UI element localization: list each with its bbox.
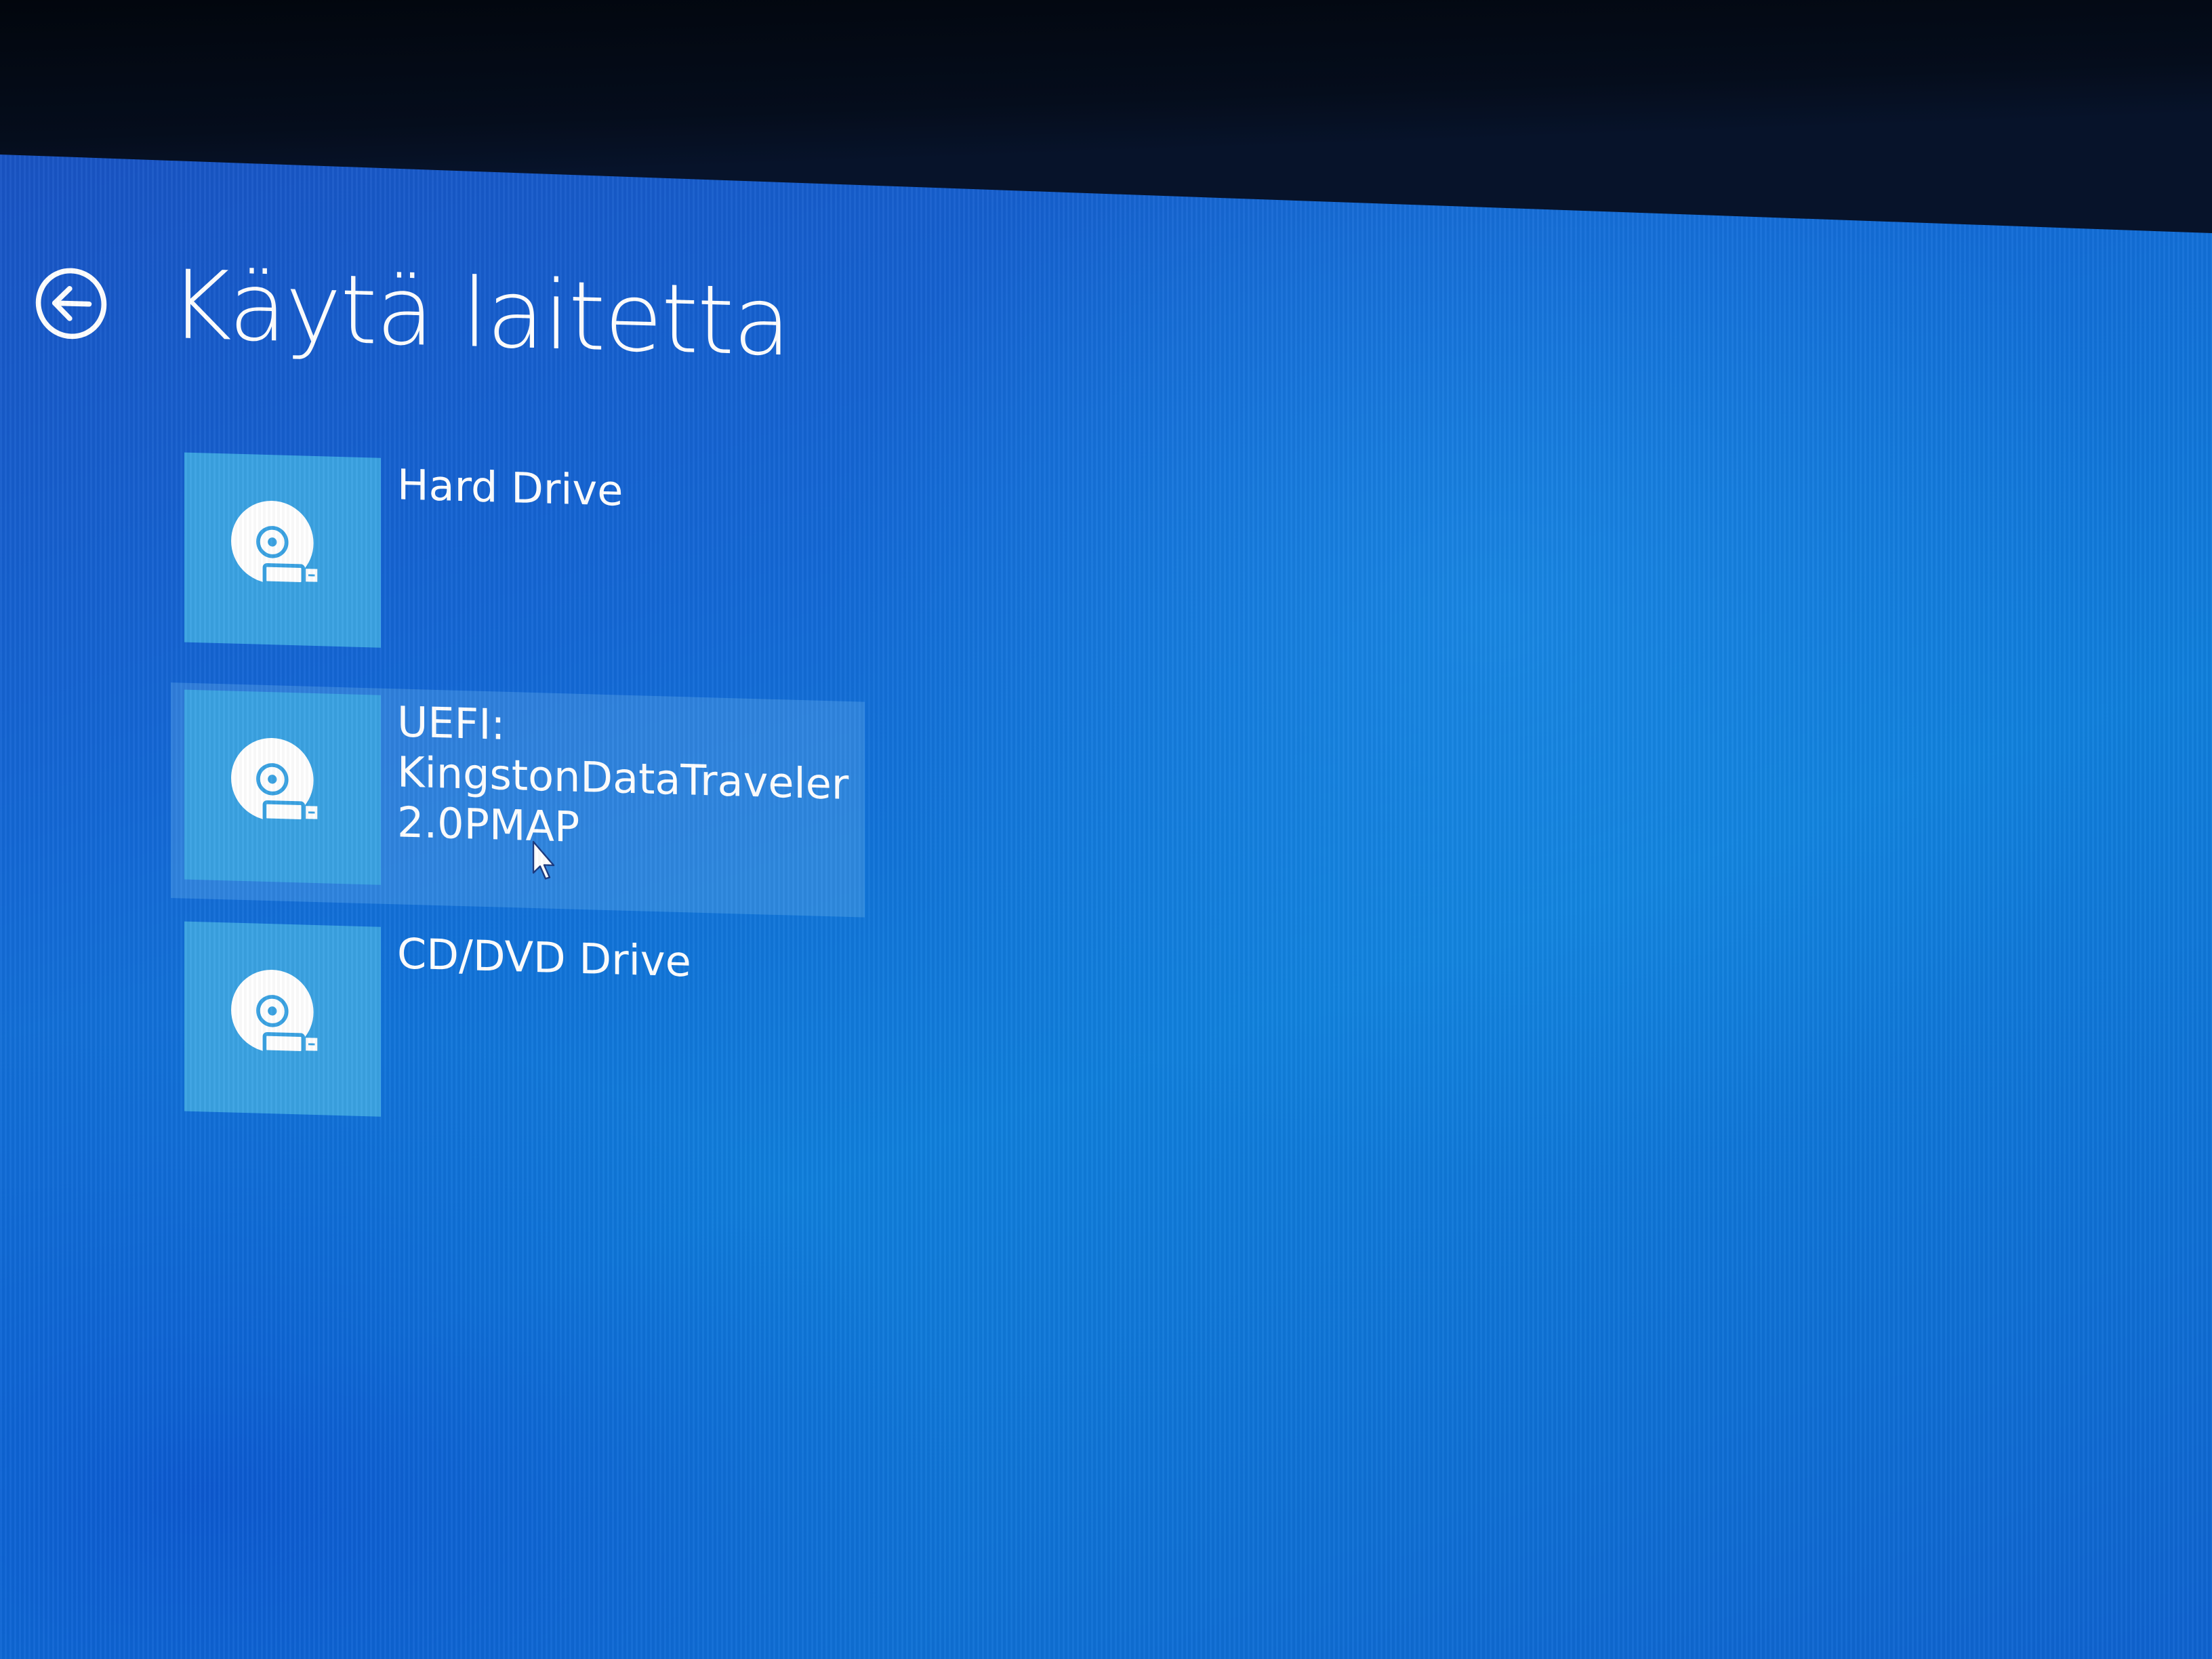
page-title: Käytä laitetta bbox=[169, 249, 790, 378]
device-tile bbox=[184, 452, 381, 648]
use-device-screen: Käytä laitetta Hard Drive UEFI: Kingston… bbox=[0, 0, 2212, 1659]
device-tile bbox=[184, 921, 381, 1117]
back-button[interactable] bbox=[34, 265, 108, 342]
device-label-line: Hard Drive bbox=[397, 459, 623, 516]
device-tile bbox=[184, 689, 381, 885]
device-label: Hard Drive bbox=[397, 459, 831, 522]
arrow-left-circle-icon bbox=[35, 268, 107, 340]
mouse-pointer-icon bbox=[532, 840, 559, 882]
drive-disc-icon bbox=[231, 969, 318, 1055]
device-label-line: CD/DVD Drive bbox=[397, 928, 691, 987]
device-label: UEFI: KingstonDataTraveler 2.0PMAP bbox=[397, 697, 848, 859]
device-option-hard-drive[interactable]: Hard Drive bbox=[184, 452, 831, 661]
device-label: CD/DVD Drive bbox=[397, 928, 831, 991]
device-option-uefi-kingston[interactable]: UEFI: KingstonDataTraveler 2.0PMAP bbox=[171, 682, 865, 918]
drive-disc-icon bbox=[231, 500, 318, 586]
device-option-cd-dvd-drive[interactable]: CD/DVD Drive bbox=[184, 921, 831, 1130]
drive-disc-icon bbox=[231, 737, 318, 823]
